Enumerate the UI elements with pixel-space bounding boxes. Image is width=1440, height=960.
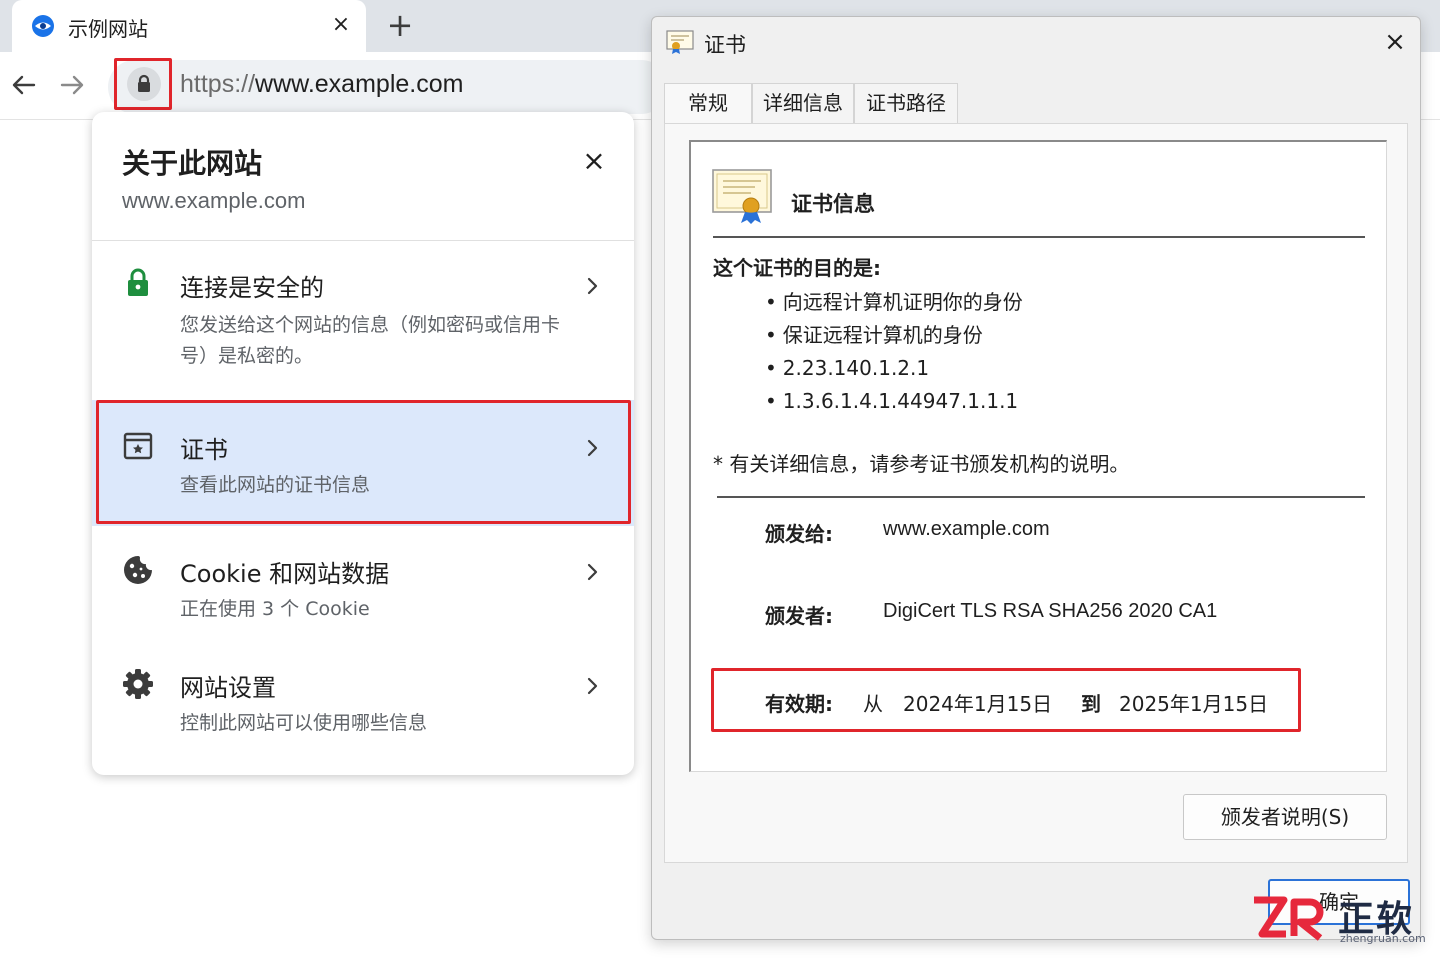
tab-general[interactable]: 常规: [664, 83, 752, 125]
site-settings-title: 网站设置: [180, 674, 276, 702]
site-settings-subtitle: 控制此网站可以使用哪些信息: [180, 712, 428, 734]
url-scheme: https://: [180, 70, 256, 98]
issuer-statement-button[interactable]: 颁发者说明(S): [1183, 794, 1387, 840]
new-tab-button[interactable]: +: [384, 7, 416, 43]
chevron-right-icon: [587, 677, 598, 695]
issued-to-label: 颁发给:: [765, 522, 833, 546]
dialog-title: 证书: [704, 33, 746, 57]
watermark: 正软 zhengruan.com: [1250, 890, 1426, 946]
lock-icon: [128, 268, 148, 296]
cert-info-heading: 证书信息: [791, 192, 875, 216]
watermark-domain: zhengruan.com: [1340, 932, 1426, 945]
browser-tab[interactable]: 示例网站 ×: [12, 0, 366, 52]
issued-by-label: 颁发者:: [765, 604, 833, 628]
chevron-right-icon: [587, 563, 598, 581]
url-text[interactable]: https://www.example.com: [180, 70, 463, 99]
validity-to-word: 到: [1081, 692, 1101, 716]
dialog-tab-content: 证书信息 这个证书的目的是: 向远程计算机证明你的身份 保证远程计算机的身份 2…: [664, 123, 1408, 863]
validity-from-word: 从: [863, 692, 883, 716]
popup-divider: [92, 240, 634, 241]
certificate-icon: [666, 30, 694, 54]
watermark-logo-icon: [1254, 896, 1324, 941]
connection-secure-title: 连接是安全的: [180, 274, 324, 302]
certificate-info-panel: 证书信息 这个证书的目的是: 向远程计算机证明你的身份 保证远程计算机的身份 2…: [689, 140, 1387, 772]
purpose-label: 这个证书的目的是:: [713, 256, 881, 280]
issued-to-value: www.example.com: [883, 518, 1050, 540]
chevron-right-icon: [587, 277, 598, 295]
cookies-title: Cookie 和网站数据: [180, 560, 390, 588]
url-host: www.example.com: [255, 70, 464, 98]
site-settings-row[interactable]: 网站设置 控制此网站可以使用哪些信息: [92, 652, 634, 762]
popup-domain: www.example.com: [122, 188, 306, 213]
cookie-icon: [124, 556, 152, 584]
purpose-list: 向远程计算机证明你的身份 保证远程计算机的身份 2.23.140.1.2.1 1…: [765, 286, 1023, 418]
forward-arrow-icon[interactable]: [56, 69, 88, 101]
certificate-dialog: 证书 × 常规 详细信息 证书路径 证书信息 这个证书的目的是: 向远程计算机证…: [651, 16, 1421, 940]
purpose-item: 向远程计算机证明你的身份: [765, 286, 1023, 319]
site-info-button[interactable]: [114, 58, 172, 110]
tab-title: 示例网站: [68, 17, 148, 41]
issued-by-value: DigiCert TLS RSA SHA256 2020 CA1: [883, 600, 1218, 622]
popup-title: 关于此网站: [122, 147, 263, 180]
validity-label: 有效期:: [765, 692, 833, 716]
tab-certification-path[interactable]: 证书路径: [854, 83, 958, 123]
connection-secure-subtitle: 您发送给这个网站的信息（例如密码或信用卡号）是私密的。: [180, 314, 561, 367]
dialog-titlebar: 证书 ×: [652, 17, 1420, 69]
purpose-item: 保证远程计算机的身份: [765, 319, 1023, 352]
purpose-item: 2.23.140.1.2.1: [765, 352, 1023, 385]
valid-from-date: 2024年1月15日: [903, 692, 1053, 716]
popup-close-button[interactable]: ×: [580, 144, 608, 177]
lock-icon: [138, 74, 150, 92]
tab-close-button[interactable]: ×: [328, 12, 354, 37]
issuer-note: * 有关详细信息，请参考证书颁发机构的说明。: [713, 452, 1130, 476]
tab-details[interactable]: 详细信息: [752, 83, 854, 123]
dialog-close-button[interactable]: ×: [1382, 27, 1408, 57]
certificate-row-highlight: [96, 400, 631, 524]
purpose-item: 1.3.6.1.4.1.44947.1.1.1: [765, 385, 1023, 418]
back-arrow-icon[interactable]: [8, 69, 40, 101]
certificate-badge-icon: [712, 169, 772, 224]
site-favicon-icon: [32, 15, 54, 37]
gear-icon: [123, 669, 153, 699]
connection-secure-row[interactable]: 连接是安全的 您发送给这个网站的信息（例如密码或信用卡号）是私密的。: [92, 252, 634, 392]
cert-divider: [713, 236, 1365, 238]
cookies-subtitle: 正在使用 3 个 Cookie: [180, 598, 370, 620]
cert-divider: [717, 496, 1365, 498]
valid-to-date: 2025年1月15日: [1119, 692, 1269, 716]
cookies-row[interactable]: Cookie 和网站数据 正在使用 3 个 Cookie: [92, 538, 634, 648]
